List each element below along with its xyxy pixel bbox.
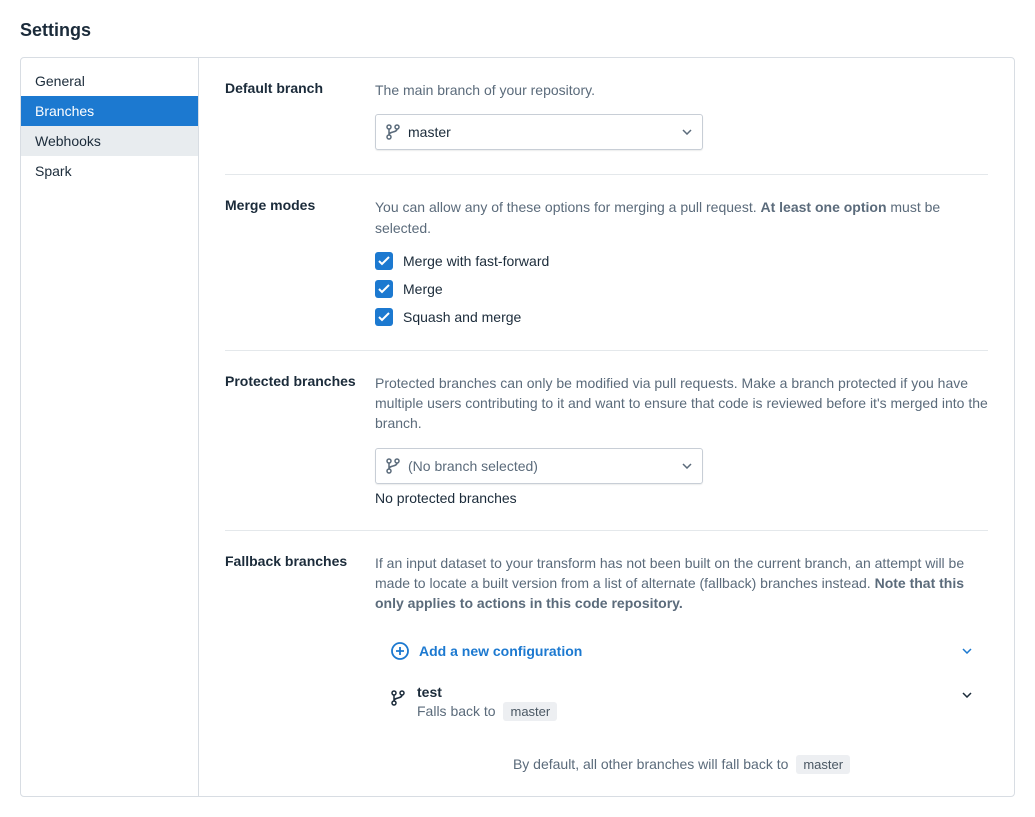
caret-down-icon [962, 648, 972, 654]
merge-option-fastforward[interactable]: Merge with fast-forward [375, 252, 988, 270]
sidebar-item-general[interactable]: General [21, 66, 198, 96]
branch-tag: master [796, 755, 850, 774]
section-label: Fallback branches [225, 553, 375, 774]
section-label: Protected branches [225, 373, 375, 506]
sidebar-item-spark[interactable]: Spark [21, 156, 198, 186]
default-branch-desc: The main branch of your repository. [375, 80, 988, 100]
section-protected-branches: Protected branches Protected branches ca… [225, 373, 988, 531]
falls-back-line: Falls back to master [417, 702, 962, 721]
section-merge-modes: Merge modes You can allow any of these o… [225, 197, 988, 351]
checkbox-label: Squash and merge [403, 309, 521, 325]
fallback-branch-name: test [417, 684, 962, 700]
checkbox-icon [375, 308, 393, 326]
section-fallback-branches: Fallback branches If an input dataset to… [225, 553, 988, 774]
page-title: Settings [20, 20, 1015, 41]
default-branch-select[interactable]: master [375, 114, 703, 150]
default-fallback-note: By default, all other branches will fall… [375, 755, 988, 774]
fallback-desc: If an input dataset to your transform ha… [375, 553, 988, 614]
sidebar: General Branches Webhooks Spark [21, 58, 199, 796]
content: Default branch The main branch of your r… [199, 58, 1014, 796]
section-label: Merge modes [225, 197, 375, 326]
branch-icon [391, 690, 405, 706]
branch-icon [386, 458, 400, 474]
merge-option-merge[interactable]: Merge [375, 280, 988, 298]
protected-branch-select[interactable]: (No branch selected) [375, 448, 703, 484]
settings-panel: General Branches Webhooks Spark Default … [20, 57, 1015, 797]
sidebar-item-webhooks[interactable]: Webhooks [21, 126, 198, 156]
protected-desc: Protected branches can only be modified … [375, 373, 988, 434]
branch-icon [386, 124, 400, 140]
caret-down-icon [682, 463, 692, 469]
no-protected-text: No protected branches [375, 490, 988, 506]
checkbox-label: Merge with fast-forward [403, 253, 549, 269]
checkbox-icon [375, 252, 393, 270]
caret-down-icon [682, 129, 692, 135]
fallback-config-item[interactable]: test Falls back to master [375, 674, 988, 731]
checkbox-label: Merge [403, 281, 443, 297]
add-configuration-label: Add a new configuration [419, 643, 582, 659]
section-label: Default branch [225, 80, 375, 150]
section-default-branch: Default branch The main branch of your r… [225, 80, 988, 175]
branch-tag: master [503, 702, 557, 721]
protected-placeholder: (No branch selected) [408, 458, 682, 474]
sidebar-item-branches[interactable]: Branches [21, 96, 198, 126]
default-branch-value: master [408, 124, 682, 140]
add-configuration-button[interactable]: Add a new configuration [375, 628, 988, 674]
merge-option-squash[interactable]: Squash and merge [375, 308, 988, 326]
checkbox-icon [375, 280, 393, 298]
caret-down-icon [962, 692, 972, 698]
merge-modes-desc: You can allow any of these options for m… [375, 197, 988, 238]
plus-circle-icon [391, 642, 409, 660]
